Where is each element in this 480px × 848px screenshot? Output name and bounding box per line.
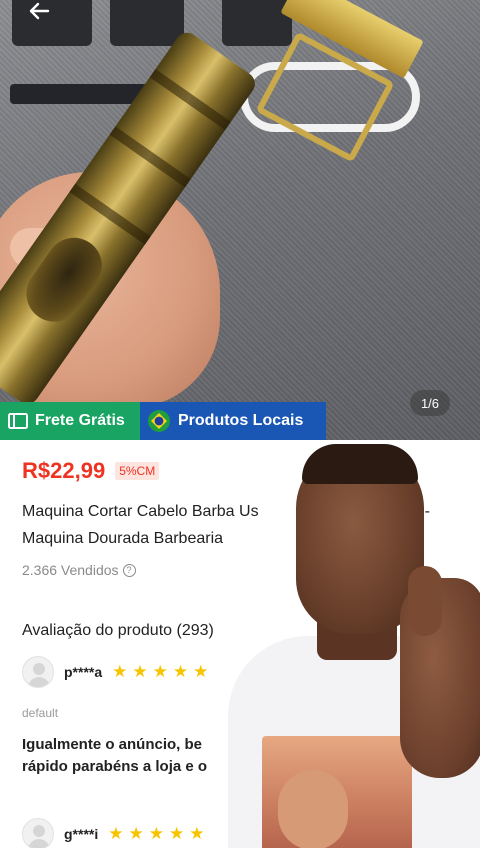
star-icon: ★ xyxy=(132,662,148,681)
help-icon[interactable]: ? xyxy=(122,563,136,577)
star-icon: ★ xyxy=(148,824,164,843)
image-page-indicator: 1/6 xyxy=(410,390,450,416)
sold-count-label: 2.366 Vendidos xyxy=(22,562,119,578)
clipper-ring xyxy=(109,126,191,188)
presenter-hair xyxy=(302,444,418,484)
review-variant: default xyxy=(22,706,59,720)
price-row: R$22,99 5%CM xyxy=(22,458,160,484)
star-icon: ★ xyxy=(193,662,209,681)
review-header: g****i ★ ★ ★ ★ ★ xyxy=(22,818,204,848)
star-icon: ★ xyxy=(128,824,144,843)
review-header: p****a ★ ★ ★ ★ ★ xyxy=(22,656,208,688)
arrow-left-icon xyxy=(29,2,50,20)
local-products-badge: Produtos Locais xyxy=(140,402,326,440)
star-icon: ★ xyxy=(172,662,189,681)
star-rating: ★ ★ ★ ★ ★ xyxy=(108,824,204,844)
commission-badge: 5%CM xyxy=(115,462,160,480)
review-comment-line1: Igualmente o anúncio, be xyxy=(22,736,203,753)
thumbs-up-thumb xyxy=(408,566,442,636)
star-icon: ★ xyxy=(108,824,124,843)
reviews-heading[interactable]: Avaliação do produto (293) xyxy=(22,622,214,640)
free-shipping-badge: Frete Grátis xyxy=(0,402,140,440)
avatar xyxy=(22,818,54,848)
free-shipping-label: Frete Grátis xyxy=(35,412,125,429)
reviewer-name: p****a xyxy=(64,664,103,680)
local-products-label: Produtos Locais xyxy=(178,412,304,429)
review-comment-line2: rápido parabéns a loja e o xyxy=(22,758,208,775)
star-icon: ★ xyxy=(152,662,168,681)
review-comment: Igualmente o anúncio, be rápido parabéns… xyxy=(22,734,252,778)
reviewer-name: g****i xyxy=(64,826,99,842)
shirt-print-child xyxy=(278,770,348,848)
star-icon: ★ xyxy=(112,662,128,681)
clipper-ring xyxy=(69,183,151,245)
avatar xyxy=(22,656,54,688)
back-button[interactable] xyxy=(22,0,56,28)
shipping-badges: Frete Grátis Produtos Locais xyxy=(0,402,326,440)
star-rating: ★ ★ ★ ★ ★ xyxy=(112,662,208,682)
sold-count: 2.366 Vendidos ? xyxy=(22,562,136,578)
comb-accessory xyxy=(110,0,184,46)
product-image-carousel[interactable]: 1/6 xyxy=(0,0,480,440)
product-price: R$22,99 xyxy=(22,458,106,483)
presenter-overlay xyxy=(222,440,480,848)
star-icon: ★ xyxy=(168,824,185,843)
star-icon: ★ xyxy=(189,824,205,843)
comb-accessory xyxy=(222,0,292,46)
clipper-ring xyxy=(149,69,231,131)
shipping-icon xyxy=(8,413,28,429)
brazil-flag-icon xyxy=(148,410,170,432)
